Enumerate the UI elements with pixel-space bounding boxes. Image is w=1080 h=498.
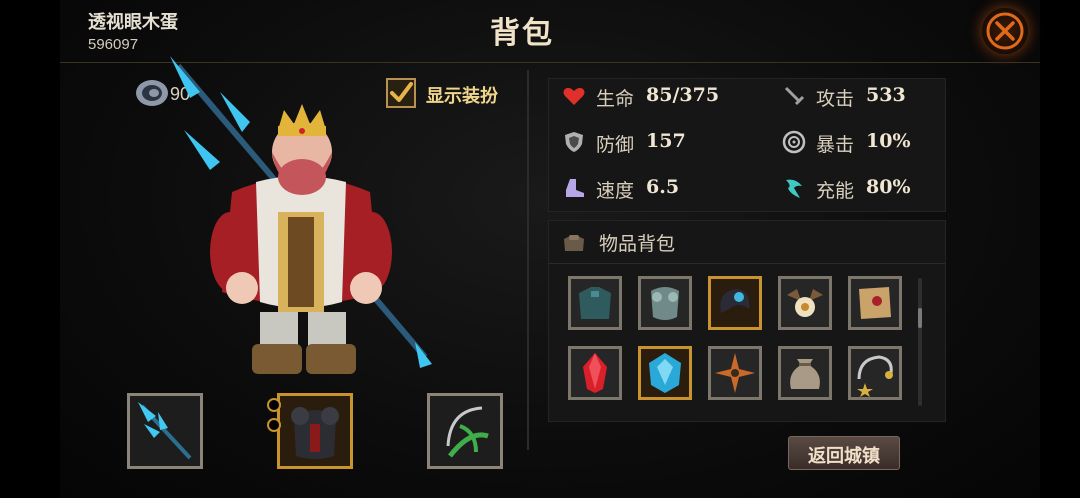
bag-item-steel-gauntlet[interactable]	[638, 276, 692, 330]
crit-icon	[782, 130, 806, 154]
return-town-button[interactable]: 返回城镇	[788, 436, 900, 470]
scrollbar-thumb[interactable]	[918, 308, 922, 328]
stat-defense-label: 防御	[596, 134, 635, 156]
stat-charge: 充能 80%	[782, 174, 932, 202]
stat-crit-label: 暴击	[816, 134, 855, 156]
stat-charge-value: 80%	[866, 176, 911, 198]
panel-divider	[527, 70, 529, 450]
bag-item-shuriken[interactable]	[708, 346, 762, 400]
bag-item-blue-gem[interactable]	[638, 346, 692, 400]
stat-defense-value: 157	[646, 130, 686, 152]
bag-icon	[564, 235, 584, 251]
close-icon	[986, 12, 1024, 50]
bag-item-dark-ring[interactable]	[708, 276, 762, 330]
bag-item-red-crystal[interactable]	[568, 346, 622, 400]
leather-armor-icon	[579, 287, 611, 319]
page-title: 背包	[490, 16, 554, 51]
player-name: 透视眼木蛋	[88, 12, 178, 33]
bag-item-cloth-pouch[interactable]	[778, 346, 832, 400]
armor-icon	[291, 407, 339, 459]
close-button[interactable]	[982, 8, 1028, 54]
stat-crit-value: 10%	[866, 130, 911, 152]
stat-defense: 防御 157	[562, 128, 762, 156]
stat-hp: 生命 85/375	[562, 82, 762, 110]
boot-icon	[566, 179, 584, 197]
player-id: 596097	[88, 36, 139, 53]
talisman-icon	[787, 289, 823, 317]
bag-item-leather-armor[interactable]	[568, 276, 622, 330]
pouch-icon	[790, 359, 820, 389]
stat-crit: 暴击 10%	[782, 128, 932, 156]
slot-ornament	[267, 418, 281, 432]
stat-attack: 攻击 533	[782, 82, 932, 110]
bag-item-star-bracelet[interactable]	[848, 346, 902, 400]
inventory-scrollbar[interactable]	[918, 278, 922, 406]
dark-ring-icon	[720, 289, 750, 313]
stat-hp-value: 85/375	[646, 84, 720, 106]
gauntlet-icon	[651, 287, 679, 320]
stat-speed-value: 6.5	[646, 176, 680, 198]
return-town-label: 返回城镇	[808, 446, 880, 467]
slot-ornament	[267, 398, 281, 412]
charge-icon	[786, 179, 802, 198]
equip-slot-accessory[interactable]	[427, 393, 503, 469]
equip-slot-armor[interactable]	[277, 393, 353, 469]
inventory-title: 物品背包	[599, 233, 676, 255]
heart-icon	[563, 87, 585, 105]
stat-hp-label: 生命	[596, 88, 635, 110]
bow-icon	[446, 406, 489, 458]
scroll-icon	[859, 287, 891, 319]
sword-icon	[784, 86, 805, 106]
stat-attack-label: 攻击	[816, 88, 855, 110]
spear-icon	[138, 402, 192, 460]
hero-character	[170, 56, 432, 374]
shuriken-icon	[715, 353, 755, 393]
bag-item-old-scroll[interactable]	[848, 276, 902, 330]
stat-attack-value: 533	[866, 84, 906, 106]
blue-gem-icon	[649, 353, 681, 393]
stat-speed: 速度 6.5	[562, 174, 762, 202]
shield-icon	[565, 132, 583, 152]
equip-slot-weapon[interactable]	[127, 393, 203, 469]
inventory-header: 物品背包	[549, 221, 945, 264]
bag-item-bone-talisman[interactable]	[778, 276, 832, 330]
stat-speed-label: 速度	[596, 180, 635, 202]
bracelet-icon	[857, 355, 893, 397]
red-crystal-icon	[583, 353, 607, 393]
stat-charge-label: 充能	[816, 180, 855, 202]
